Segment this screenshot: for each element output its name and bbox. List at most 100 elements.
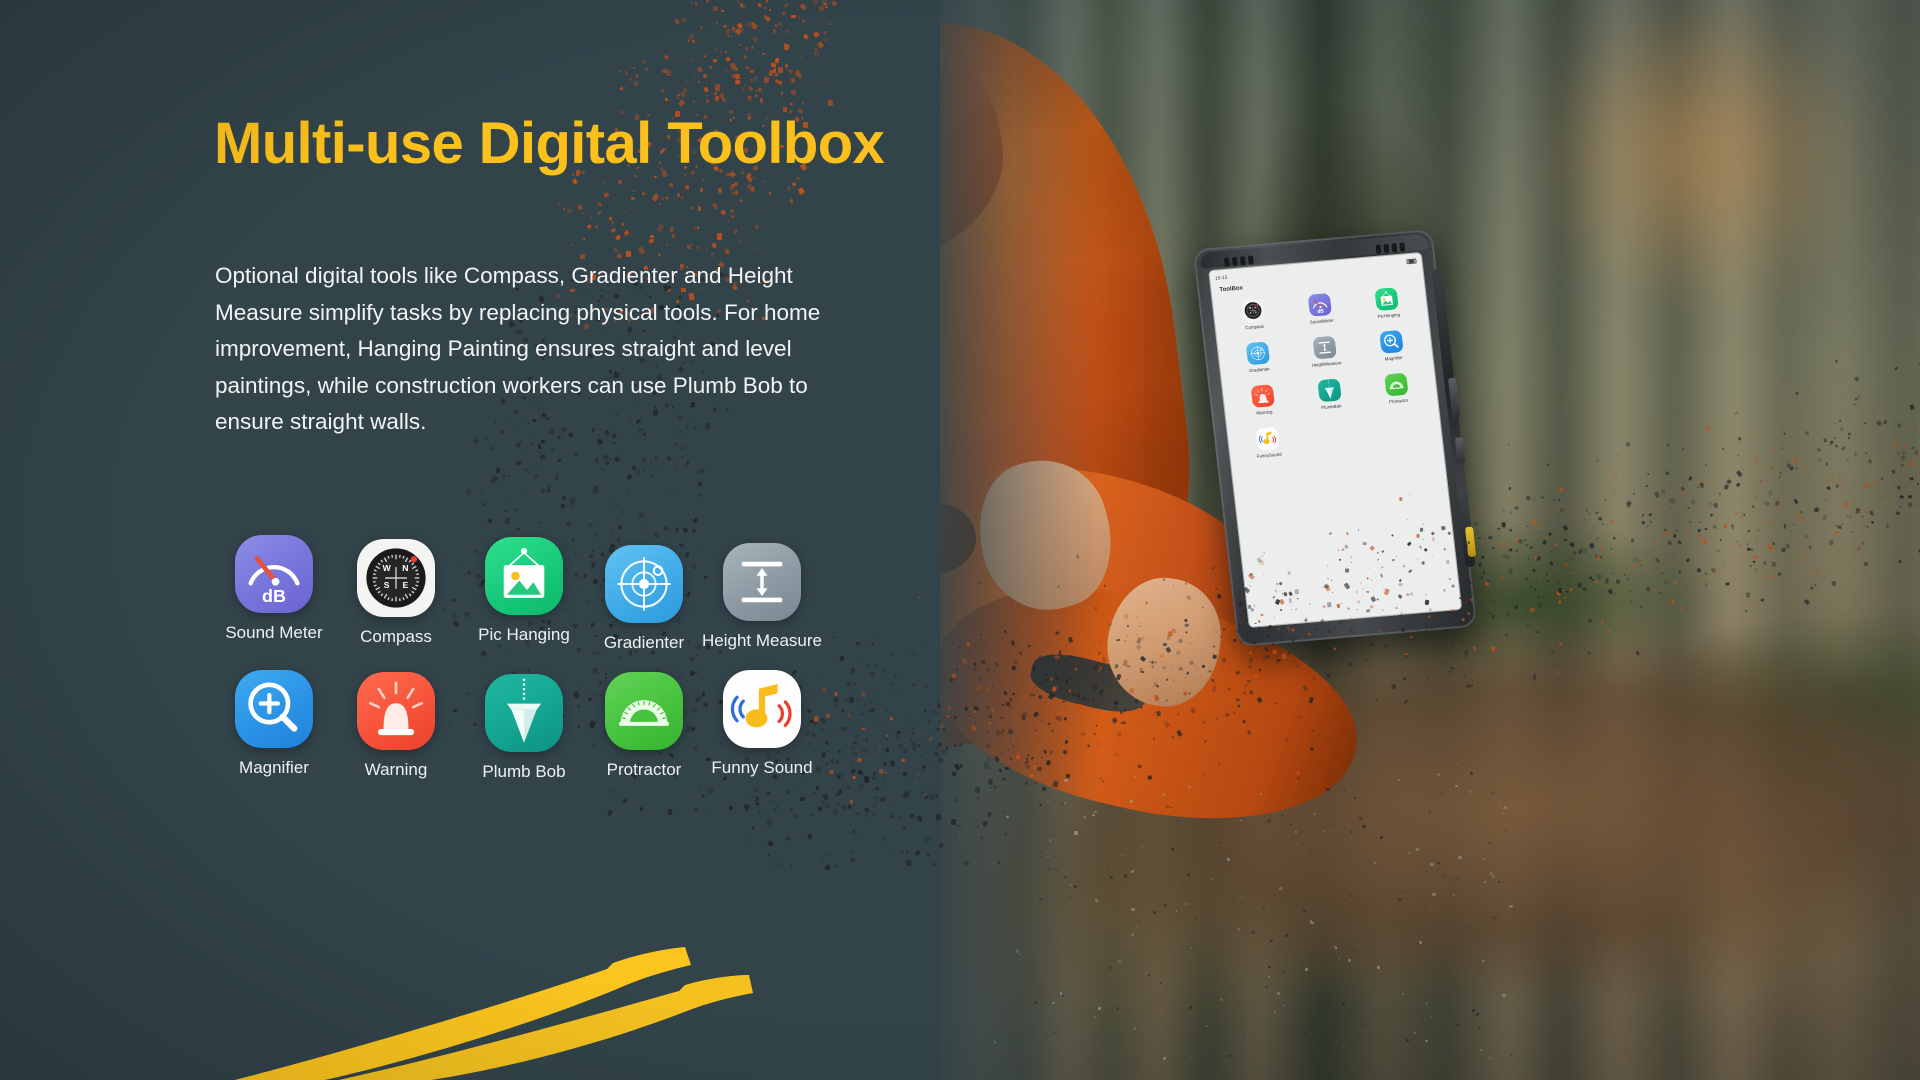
- dispersion-particle: [1843, 502, 1849, 509]
- dispersion-particle: [1256, 697, 1263, 704]
- dispersion-particle: [1524, 539, 1527, 542]
- dispersion-particle: [1092, 643, 1095, 645]
- compass-icon[interactable]: NW SE: [1240, 298, 1265, 323]
- tool-item-compass[interactable]: NW S E Compass: [334, 539, 458, 647]
- gradienter-icon[interactable]: [605, 545, 683, 623]
- tool-item-magnifier[interactable]: Magnifier: [212, 670, 336, 778]
- dispersion-particle: [1696, 567, 1701, 573]
- tablet-app-gradienter[interactable]: Gradienter: [1223, 340, 1294, 376]
- dispersion-particle: [1421, 561, 1426, 566]
- dispersion-particle: [1067, 636, 1073, 643]
- magnifier-icon[interactable]: [235, 670, 313, 748]
- dispersion-particle: [1424, 628, 1428, 634]
- tablet-app-pichanging[interactable]: PicHanging: [1352, 285, 1423, 321]
- tablet-app-plumbbob[interactable]: PlumbBob: [1295, 377, 1366, 413]
- dispersion-particle: [1463, 569, 1466, 571]
- dispersion-particle: [1328, 647, 1333, 651]
- dispersion-particle: [1405, 593, 1409, 596]
- sound-meter-icon[interactable]: dB: [235, 535, 313, 613]
- protractor-icon[interactable]: [605, 672, 683, 750]
- dispersion-particle: [998, 721, 1004, 727]
- dispersion-particle: [1524, 613, 1527, 615]
- dispersion-particle: [1864, 422, 1867, 426]
- dispersion-particle: [1344, 597, 1346, 599]
- plumb-bob-icon[interactable]: [485, 674, 563, 752]
- dispersion-particle: [1216, 691, 1219, 693]
- dispersion-particle: [1754, 568, 1758, 572]
- dispersion-particle: [1224, 643, 1229, 650]
- tablet-app-soundmeter[interactable]: dB SoundMeter: [1285, 291, 1356, 327]
- dispersion-particle: [1680, 597, 1682, 599]
- dispersion-particle: [1102, 613, 1105, 615]
- tablet-app-protractor[interactable]: Protractor: [1362, 371, 1433, 407]
- dispersion-particle: [1313, 677, 1316, 681]
- height-measure-icon[interactable]: [1312, 335, 1337, 360]
- dispersion-particle: [1480, 575, 1484, 579]
- tablet-app-magnifier[interactable]: Magnifier: [1357, 328, 1428, 364]
- dispersion-particle: [1792, 523, 1796, 526]
- plumb-bob-icon[interactable]: [1317, 378, 1342, 403]
- dispersion-particle: [1427, 607, 1433, 612]
- dispersion-particle: [1254, 622, 1257, 624]
- sound-meter-icon[interactable]: dB: [1307, 292, 1333, 317]
- dispersion-particle: [1057, 586, 1059, 589]
- dispersion-particle: [1773, 498, 1775, 500]
- dispersion-particle: [1463, 543, 1468, 550]
- funny-sound-icon[interactable]: [723, 670, 801, 748]
- gradienter-icon[interactable]: [1245, 341, 1270, 366]
- dispersion-particle: [1433, 645, 1436, 648]
- tool-item-funny-sound[interactable]: Funny Sound: [700, 670, 824, 778]
- dispersion-particle: [1574, 646, 1578, 650]
- dispersion-particle: [1286, 659, 1289, 662]
- tool-item-gradienter[interactable]: Gradienter: [582, 545, 706, 653]
- dispersion-particle: [1490, 613, 1496, 619]
- tool-item-plumb-bob[interactable]: Plumb Bob: [462, 674, 586, 782]
- warning-icon[interactable]: [1250, 384, 1275, 408]
- dispersion-particle: [1211, 723, 1215, 727]
- dispersion-particle: [1826, 479, 1832, 484]
- dispersion-particle: [1027, 644, 1032, 649]
- dispersion-particle: [1571, 571, 1576, 575]
- tablet-app-heightmeasure[interactable]: HeightMeasure: [1290, 334, 1361, 370]
- dispersion-particle: [1358, 647, 1361, 649]
- dispersion-particle: [1238, 600, 1244, 607]
- tool-item-height-measure[interactable]: Height Measure: [700, 543, 824, 651]
- dispersion-particle: [1349, 669, 1351, 671]
- tool-item-warning[interactable]: Warning: [334, 672, 458, 780]
- dispersion-particle: [1422, 538, 1424, 541]
- dispersion-particle: [1865, 476, 1867, 478]
- dispersion-particle: [1181, 731, 1184, 733]
- dispersion-particle: [1793, 457, 1798, 464]
- svg-text:E: E: [402, 580, 408, 590]
- dispersion-particle: [1907, 460, 1913, 466]
- dispersion-particle: [1528, 584, 1533, 589]
- dispersion-particle: [1453, 667, 1456, 670]
- tablet-app-funnysound[interactable]: FunnySound: [1233, 425, 1304, 461]
- dispersion-particle: [1263, 552, 1265, 554]
- dispersion-particle: [1769, 465, 1774, 469]
- dispersion-particle: [1510, 499, 1514, 503]
- pic-hanging-icon[interactable]: [1374, 287, 1400, 311]
- magnifier-icon[interactable]: [1379, 329, 1405, 354]
- height-measure-icon[interactable]: [723, 543, 801, 621]
- compass-icon[interactable]: NW SE: [357, 539, 435, 617]
- dispersion-particle: [1034, 785, 1037, 788]
- dispersion-particle: [1126, 665, 1131, 669]
- tool-item-sound-meter[interactable]: dB Sound Meter: [212, 535, 336, 643]
- tool-item-pic-hanging[interactable]: Pic Hanging: [462, 537, 586, 645]
- dispersion-particle: [1665, 517, 1669, 521]
- warning-icon[interactable]: [357, 672, 435, 750]
- battery-icon: [1406, 257, 1417, 264]
- dispersion-particle: [1498, 535, 1501, 538]
- pic-hanging-icon[interactable]: [485, 537, 563, 615]
- dispersion-particle: [1846, 459, 1850, 463]
- tool-item-protractor[interactable]: Protractor: [582, 672, 706, 780]
- dispersion-particle: [1090, 731, 1093, 734]
- protractor-icon[interactable]: [1384, 372, 1409, 397]
- dispersion-particle: [980, 659, 986, 665]
- tablet-app-warning[interactable]: Warning: [1228, 382, 1299, 418]
- dispersion-particle: [1253, 674, 1258, 678]
- tablet-app-compass[interactable]: NW SE Compass: [1218, 297, 1289, 333]
- dispersion-particle: [1509, 510, 1514, 515]
- funny-sound-icon[interactable]: [1255, 426, 1280, 451]
